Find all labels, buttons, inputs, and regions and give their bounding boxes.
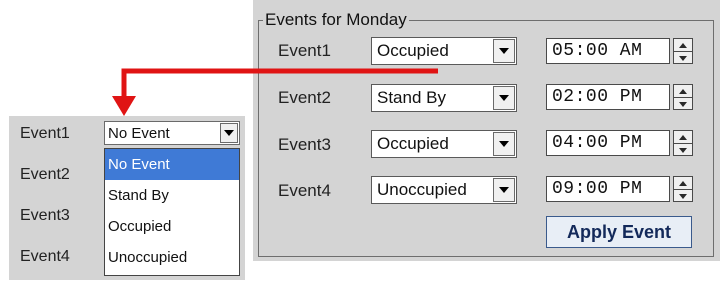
event3-type-value: Occupied — [377, 134, 449, 153]
event3-label: Event3 — [278, 135, 331, 154]
triangle-down-icon — [679, 101, 687, 107]
event4-dropdown-button[interactable] — [493, 178, 515, 202]
event4-time-spinner[interactable] — [673, 176, 693, 202]
event2-type-select[interactable]: Stand By — [371, 84, 517, 112]
event2-dropdown-button[interactable] — [493, 86, 515, 110]
event1-type-value: Occupied — [377, 41, 449, 60]
event1-label: Event1 — [278, 41, 331, 60]
event2-label: Event2 — [278, 88, 331, 107]
apply-event-button[interactable]: Apply Event — [546, 216, 692, 248]
triangle-up-icon — [679, 180, 687, 186]
event1-time-spinner[interactable] — [673, 38, 693, 64]
spin-up-button[interactable] — [674, 131, 692, 143]
event1-dropdown-button[interactable] — [493, 39, 515, 63]
spin-up-button[interactable] — [674, 39, 692, 51]
event2-time-field[interactable]: 02:00 PM — [546, 84, 670, 110]
spin-down-button[interactable] — [674, 189, 692, 202]
chevron-down-icon — [224, 130, 234, 136]
event1-type-select[interactable]: Occupied — [371, 37, 517, 65]
spin-down-button[interactable] — [674, 143, 692, 156]
dropdown-option-no-event[interactable]: No Event — [105, 149, 239, 180]
event2-time-spinner[interactable] — [673, 84, 693, 110]
dropdown-list: No Event Stand By Occupied Unoccupied — [104, 148, 240, 276]
triangle-up-icon — [679, 42, 687, 48]
zoom-selected-value: No Event — [108, 124, 170, 142]
triangle-up-icon — [679, 88, 687, 94]
event1-time-field[interactable]: 05:00 AM — [546, 38, 670, 64]
zoom-event4-label: Event4 — [20, 248, 70, 265]
chevron-down-icon — [499, 95, 509, 101]
event4-type-value: Unoccupied — [377, 180, 467, 199]
dropdown-option-occupied[interactable]: Occupied — [105, 211, 239, 242]
zoom-event2-label: Event2 — [20, 166, 70, 183]
chevron-down-icon — [499, 187, 509, 193]
triangle-up-icon — [679, 134, 687, 140]
event4-type-select[interactable]: Unoccupied — [371, 176, 517, 204]
zoom-event3-label: Event3 — [20, 207, 70, 224]
chevron-down-icon — [499, 141, 509, 147]
zoom-event1-select[interactable]: No Event — [104, 121, 240, 145]
event3-type-select[interactable]: Occupied — [371, 130, 517, 158]
triangle-down-icon — [679, 55, 687, 61]
event4-time-field[interactable]: 09:00 PM — [546, 176, 670, 202]
dropdown-option-stand-by[interactable]: Stand By — [105, 180, 239, 211]
group-title: Events for Monday — [263, 10, 409, 30]
event4-label: Event4 — [278, 181, 331, 200]
spin-up-button[interactable] — [674, 85, 692, 97]
event3-time-spinner[interactable] — [673, 130, 693, 156]
event3-time-field[interactable]: 04:00 PM — [546, 130, 670, 156]
event2-type-value: Stand By — [377, 88, 446, 107]
zoom-event1-label: Event1 — [20, 125, 70, 142]
spin-down-button[interactable] — [674, 51, 692, 64]
triangle-down-icon — [679, 147, 687, 153]
chevron-down-icon — [499, 48, 509, 54]
spin-down-button[interactable] — [674, 97, 692, 110]
event3-dropdown-button[interactable] — [493, 132, 515, 156]
zoom-dropdown-button[interactable] — [220, 123, 238, 143]
dropdown-option-unoccupied[interactable]: Unoccupied — [105, 242, 239, 273]
triangle-down-icon — [679, 193, 687, 199]
spin-up-button[interactable] — [674, 177, 692, 189]
